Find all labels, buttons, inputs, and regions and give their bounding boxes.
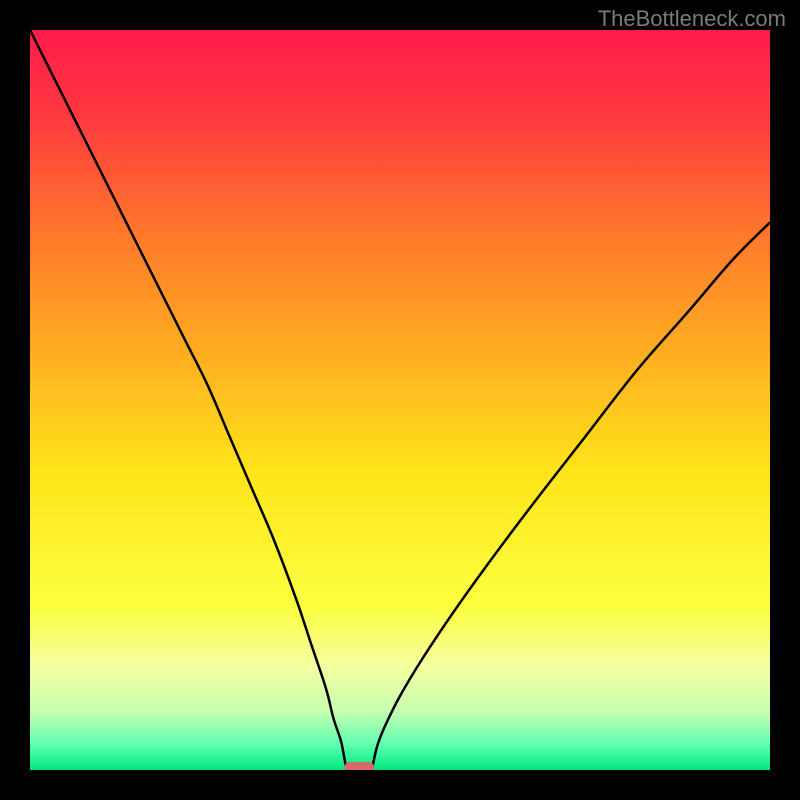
chart-svg (30, 30, 770, 770)
minimum-marker (345, 762, 375, 770)
chart-plot-area (30, 30, 770, 770)
watermark-text: TheBottleneck.com (598, 6, 786, 32)
chart-background (30, 30, 770, 770)
